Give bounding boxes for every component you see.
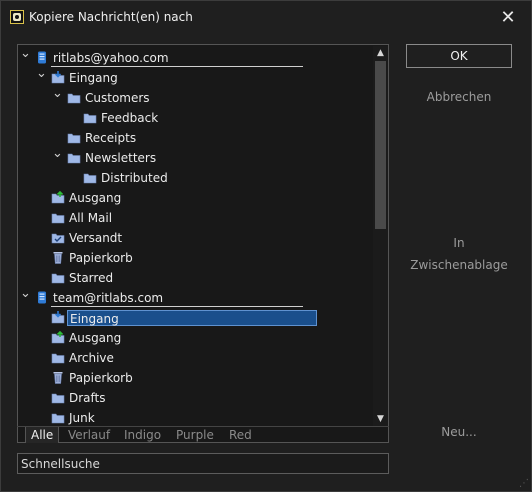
folder-icon bbox=[67, 131, 81, 144]
tree-row-folder-team-archive[interactable]: Archive bbox=[18, 348, 370, 368]
copy-to-clipboard-button[interactable]: In Zwischenablage bbox=[406, 231, 512, 272]
tree-row-folder-customers[interactable]: ⌄ Customers bbox=[18, 87, 370, 108]
tree-row-folder-papierkorb[interactable]: Papierkorb bbox=[18, 248, 370, 268]
expand-chevron-icon[interactable]: ⌄ bbox=[52, 147, 63, 160]
tree-row-folder-team-ausgang[interactable]: Ausgang bbox=[18, 328, 370, 348]
expand-chevron-icon[interactable]: ⌄ bbox=[20, 47, 31, 60]
tree-label: Receipts bbox=[85, 131, 137, 145]
app-icon bbox=[10, 10, 24, 24]
expand-chevron-icon[interactable]: ⌄ bbox=[36, 67, 47, 80]
new-folder-button[interactable]: Neu... bbox=[406, 420, 512, 444]
inbox-icon bbox=[51, 71, 65, 84]
expand-chevron-icon[interactable]: ⌄ bbox=[20, 287, 31, 300]
folder-tree[interactable]: ▲ ▼ ⌄ ritlabs@yahoo.com ⌄ Eingang ⌄ Customers… bbox=[17, 44, 389, 443]
tree-label: Starred bbox=[69, 271, 114, 285]
sent-icon bbox=[51, 231, 65, 244]
cancel-button[interactable]: Abbrechen bbox=[406, 85, 512, 109]
title-bar: Kopiere Nachricht(en) nach ✕ bbox=[1, 1, 531, 33]
folder-icon bbox=[51, 411, 65, 424]
tree-row-folder-team-eingang[interactable]: Eingang bbox=[18, 308, 370, 328]
tree-label: Drafts bbox=[69, 391, 106, 405]
dialog-window: Kopiere Nachricht(en) nach ✕ ▲ ▼ ⌄ ritlab… bbox=[0, 0, 532, 492]
tree-row-folder-team-drafts[interactable]: Drafts bbox=[18, 388, 370, 408]
account-icon bbox=[35, 291, 49, 304]
tree-row-folder-team-papierkorb[interactable]: Papierkorb bbox=[18, 368, 370, 388]
outbox-icon bbox=[51, 330, 65, 344]
tree-row-folder-receipts[interactable]: Receipts bbox=[18, 128, 370, 148]
resize-grip-icon[interactable]: ⋰ bbox=[519, 479, 529, 489]
tree-label: Junk bbox=[69, 411, 95, 425]
tab-red[interactable]: Red bbox=[224, 427, 257, 443]
inbox-icon bbox=[51, 311, 65, 324]
folder-icon bbox=[51, 271, 65, 284]
tree-row-folder-newsletters[interactable]: ⌄ Newsletters bbox=[18, 147, 370, 168]
scroll-up-icon[interactable]: ▲ bbox=[373, 46, 388, 60]
folder-icon bbox=[83, 171, 97, 184]
account-icon bbox=[35, 51, 49, 64]
tree-label: Papierkorb bbox=[69, 251, 133, 265]
tree-row-folder-starred[interactable]: Starred bbox=[18, 268, 370, 288]
tree-row-folder-eingang[interactable]: ⌄ Eingang bbox=[18, 67, 370, 88]
tab-indigo[interactable]: Indigo bbox=[119, 427, 166, 443]
tree-label: Customers bbox=[85, 91, 150, 105]
ok-button[interactable]: OK bbox=[406, 44, 512, 68]
tree-label: Eingang bbox=[69, 71, 118, 85]
trash-icon bbox=[51, 251, 65, 264]
tree-label: Ausgang bbox=[69, 331, 122, 345]
vertical-scrollbar[interactable]: ▲ ▼ bbox=[373, 46, 388, 426]
tree-label: Archive bbox=[69, 351, 114, 365]
tab-alle[interactable]: Alle bbox=[25, 427, 60, 443]
trash-icon bbox=[51, 371, 65, 384]
tree-label: team@ritlabs.com bbox=[51, 290, 303, 307]
tree-row-folder-ausgang[interactable]: Ausgang bbox=[18, 188, 370, 208]
folder-icon bbox=[67, 151, 81, 164]
quick-search-input[interactable] bbox=[17, 453, 389, 474]
tree-row-folder-distributed[interactable]: Distributed bbox=[18, 168, 370, 188]
scroll-down-icon[interactable]: ▼ bbox=[373, 412, 388, 426]
tree-label: Distributed bbox=[101, 171, 168, 185]
tree-row-folder-team-junk[interactable]: Junk bbox=[18, 408, 370, 428]
tree-label: Newsletters bbox=[85, 151, 157, 165]
tree-row-account-ritlabs[interactable]: ⌄ ritlabs@yahoo.com bbox=[18, 47, 370, 68]
tree-label: All Mail bbox=[69, 211, 113, 225]
window-title: Kopiere Nachricht(en) nach bbox=[29, 10, 193, 24]
filter-tabs: Alle Verlauf Indigo Purple Red bbox=[17, 426, 389, 444]
tree-label: Feedback bbox=[101, 111, 159, 125]
expand-chevron-icon[interactable]: ⌄ bbox=[52, 87, 63, 100]
tree-row-folder-all-mail[interactable]: All Mail bbox=[18, 208, 370, 228]
tree-row-folder-feedback[interactable]: Feedback bbox=[18, 108, 370, 128]
tree-row-folder-versandt[interactable]: Versandt bbox=[18, 228, 370, 248]
folder-icon bbox=[51, 391, 65, 404]
outbox-icon bbox=[51, 190, 65, 204]
tree-label: Papierkorb bbox=[69, 371, 133, 385]
tab-verlauf[interactable]: Verlauf bbox=[63, 427, 115, 443]
scroll-thumb[interactable] bbox=[375, 61, 386, 229]
tree-label: Ausgang bbox=[69, 191, 122, 205]
tree-label: ritlabs@yahoo.com bbox=[51, 50, 303, 67]
folder-icon bbox=[67, 91, 81, 104]
folder-icon bbox=[51, 351, 65, 364]
close-icon[interactable]: ✕ bbox=[497, 7, 519, 29]
tree-row-account-team[interactable]: ⌄ team@ritlabs.com bbox=[18, 287, 370, 308]
tab-purple[interactable]: Purple bbox=[171, 427, 219, 443]
tree-label: Eingang bbox=[67, 310, 317, 326]
tree-label: Versandt bbox=[69, 231, 123, 245]
folder-icon bbox=[51, 211, 65, 224]
folder-icon bbox=[83, 111, 97, 124]
